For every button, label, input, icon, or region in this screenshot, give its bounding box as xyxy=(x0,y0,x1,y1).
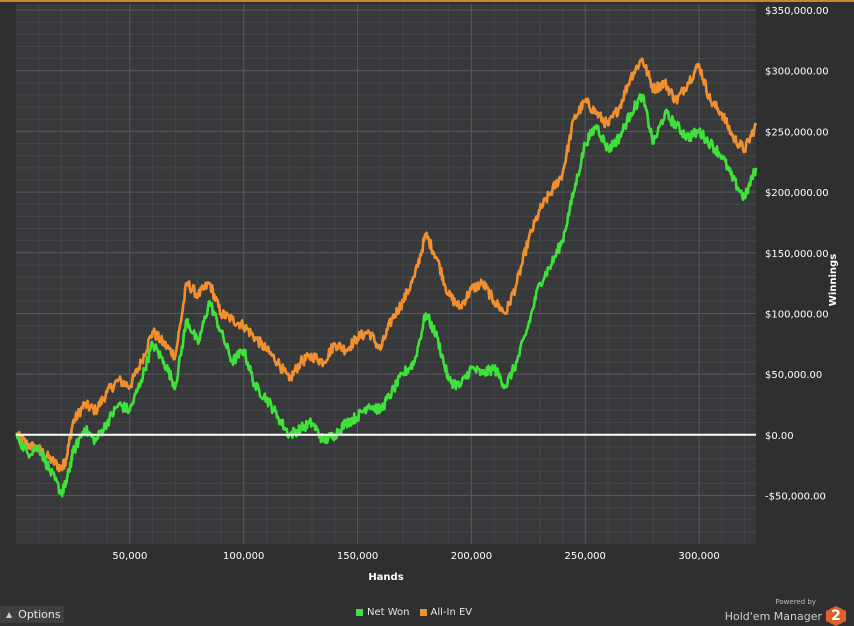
y-tick-label: $250,000.00 xyxy=(765,127,829,138)
x-tick-label: 100,000 xyxy=(223,551,264,562)
brand-name: Hold'em Manager xyxy=(724,609,822,623)
y-tick-label: $100,000.00 xyxy=(765,309,829,320)
y-tick-label: $50,000.00 xyxy=(765,370,822,381)
y-tick-label: $300,000.00 xyxy=(765,67,829,78)
x-tick-label: 150,000 xyxy=(337,551,378,562)
options-label: Options xyxy=(18,608,61,621)
legend-swatch xyxy=(419,609,427,616)
winnings-chart: 50,000 100,000 150,000 200,000 250,000 300,00… xyxy=(14,4,839,583)
y-axis-ticks: -$50,000.00 $0.00 $50,000.00 $100,000.00 $15… xyxy=(765,6,829,502)
x-tick-label: 300,000 xyxy=(678,551,719,562)
powered-by-text: Powered by xyxy=(775,598,816,606)
brand-badge-icon: 2 xyxy=(826,606,846,626)
x-axis-ticks: 50,000 100,000 150,000 200,000 250,000 300,00… xyxy=(112,551,719,562)
x-tick-label: 50,000 xyxy=(112,551,147,562)
chevron-up-icon: ▲ xyxy=(6,610,13,619)
x-tick-label: 250,000 xyxy=(565,551,606,562)
plot-area xyxy=(16,4,756,544)
y-tick-label: $350,000.00 xyxy=(765,6,829,17)
x-axis-title: Hands xyxy=(368,572,403,583)
legend-swatch xyxy=(356,609,363,616)
y-tick-label: $150,000.00 xyxy=(765,249,829,260)
legend-label: Net Won xyxy=(367,607,410,618)
y-tick-label: $200,000.00 xyxy=(765,188,829,199)
y-axis-title: Winnings xyxy=(828,254,839,306)
legend-item-all-in-ev[interactable]: All-In EV xyxy=(419,607,473,618)
y-tick-label: -$50,000.00 xyxy=(765,491,826,502)
chart-legend: Net Won All-In EV xyxy=(356,607,472,618)
legend-item-net-won[interactable]: Net Won xyxy=(356,607,410,618)
brand-logo: Powered by Hold'em Manager 2 xyxy=(725,598,846,626)
options-button[interactable]: ▲ Options xyxy=(0,606,64,623)
legend-label: All-In EV xyxy=(430,607,473,618)
x-tick-label: 200,000 xyxy=(451,551,492,562)
y-tick-label: $0.00 xyxy=(765,431,794,442)
